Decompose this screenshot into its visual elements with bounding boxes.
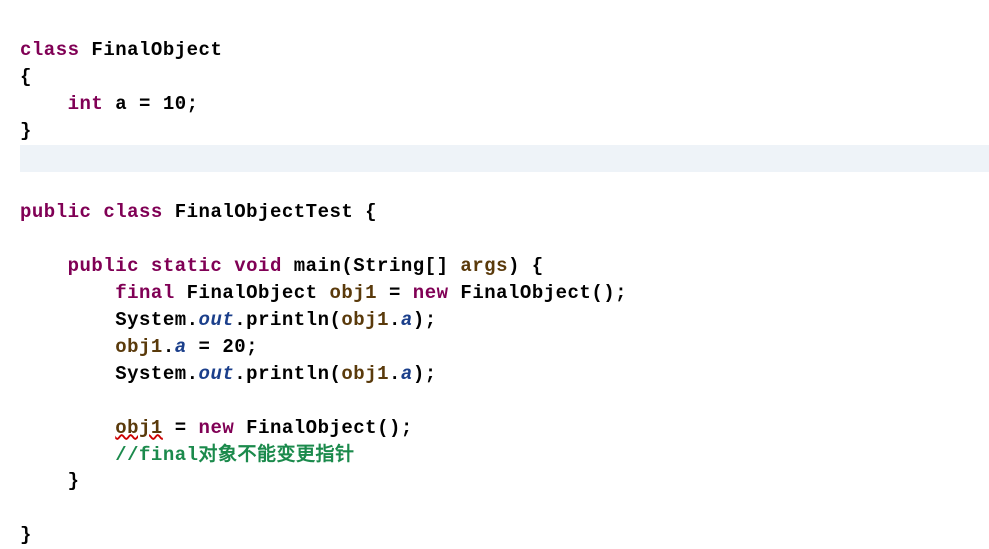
literal-10: 10 xyxy=(163,93,187,115)
field-a: a xyxy=(401,363,413,385)
keyword-public: public xyxy=(20,201,91,223)
ctor-call: FinalObject(); xyxy=(234,417,413,439)
highlight-line xyxy=(20,145,989,172)
sys: System. xyxy=(115,309,198,331)
keyword-new: new xyxy=(199,417,235,439)
brace-close: } xyxy=(68,470,80,492)
println: .println( xyxy=(234,363,341,385)
brace-close: } xyxy=(20,120,32,142)
op-assign: = xyxy=(139,93,163,115)
comment: //final对象不能变更指针 xyxy=(115,444,354,466)
brace-close: } xyxy=(20,524,32,546)
op-eq: = xyxy=(377,282,413,304)
brace-open: { xyxy=(20,66,32,88)
var-obj1: obj1 xyxy=(115,336,163,358)
keyword-class: class xyxy=(103,201,163,223)
keyword-new: new xyxy=(413,282,449,304)
var-obj1: obj1 xyxy=(329,282,377,304)
ctor-call: FinalObject(); xyxy=(449,282,628,304)
keyword-final: final xyxy=(115,282,175,304)
sys: System. xyxy=(115,363,198,385)
keyword-class: class xyxy=(20,39,80,61)
error-obj1: obj1 xyxy=(115,417,163,439)
end: ); xyxy=(413,309,437,331)
dot: . xyxy=(163,336,175,358)
keyword-psv: public static void xyxy=(68,255,282,277)
class-name: FinalObject xyxy=(91,39,222,61)
println: .println( xyxy=(234,309,341,331)
dot: . xyxy=(389,309,401,331)
assign-20: = 20; xyxy=(187,336,258,358)
main-sig-end: ) { xyxy=(508,255,544,277)
field-out: out xyxy=(199,363,235,385)
dot: . xyxy=(389,363,401,385)
param-args: args xyxy=(460,255,508,277)
keyword-int: int xyxy=(68,93,104,115)
field-out: out xyxy=(199,309,235,331)
var-obj1: obj1 xyxy=(341,309,389,331)
field-a: a xyxy=(175,336,187,358)
field-a: a xyxy=(401,309,413,331)
type-ref: FinalObject xyxy=(175,282,330,304)
var-a: a xyxy=(103,93,139,115)
code-block: class FinalObject { int a = 10; } public… xyxy=(0,0,989,549)
class-name-test: FinalObjectTest { xyxy=(175,201,377,223)
var-obj1: obj1 xyxy=(341,363,389,385)
semicolon: ; xyxy=(187,93,199,115)
end: ); xyxy=(413,363,437,385)
main-sig: main(String[] xyxy=(282,255,461,277)
op-eq: = xyxy=(163,417,199,439)
